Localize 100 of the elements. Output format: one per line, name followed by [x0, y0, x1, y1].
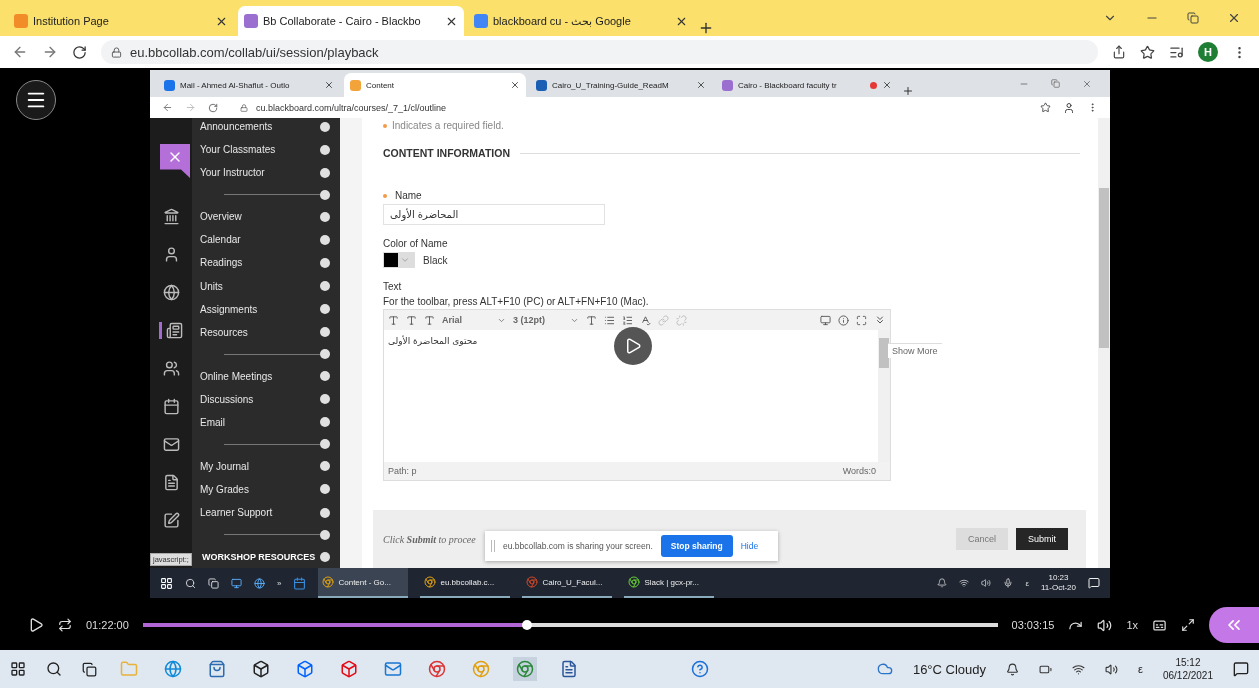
- profile-icon[interactable]: [1063, 101, 1075, 114]
- scrollbar-thumb[interactable]: [879, 338, 889, 368]
- replay-icon[interactable]: [58, 618, 72, 632]
- close-icon[interactable]: [1227, 11, 1241, 25]
- desktop-icon[interactable]: [231, 577, 242, 589]
- menu-item[interactable]: Email: [192, 410, 340, 434]
- menu-button[interactable]: [16, 80, 56, 120]
- taskbar-task[interactable]: Slack | gcx-pr...: [624, 568, 715, 598]
- toggle-dot-icon[interactable]: [320, 461, 330, 472]
- menu-item[interactable]: Discussions: [192, 387, 340, 411]
- menu-item[interactable]: Assignments: [192, 297, 340, 321]
- menu-item[interactable]: Online Meetings: [192, 364, 340, 388]
- start-icon[interactable]: [10, 661, 26, 677]
- toggle-dot-icon[interactable]: [320, 484, 330, 495]
- language-indicator[interactable]: ε: [1138, 663, 1143, 675]
- wifi-icon[interactable]: [959, 578, 970, 588]
- notification-icon[interactable]: [1233, 661, 1249, 677]
- color-picker[interactable]: [383, 252, 415, 268]
- browser-tab[interactable]: Mail - Ahmed Al-Shaflut - Outlo: [158, 73, 340, 97]
- menu-item[interactable]: Overview: [192, 205, 340, 229]
- tray-icon[interactable]: [1006, 662, 1020, 676]
- speed-button[interactable]: 1x: [1126, 619, 1138, 631]
- mic-icon[interactable]: [1003, 578, 1014, 588]
- newspaper-icon[interactable]: [159, 322, 183, 339]
- numbered-list-icon[interactable]: [622, 314, 633, 326]
- spellcheck-icon[interactable]: [640, 314, 651, 326]
- menu-item[interactable]: Your Instructor: [192, 161, 340, 185]
- restore-icon[interactable]: [1187, 12, 1199, 24]
- menu-item[interactable]: Learner Support: [192, 501, 340, 525]
- language-indicator[interactable]: ε: [1025, 578, 1029, 588]
- calendar-icon[interactable]: [293, 576, 307, 590]
- toggle-dot-icon[interactable]: [320, 507, 330, 518]
- menu-item[interactable]: Readings: [192, 251, 340, 275]
- back-icon[interactable]: [12, 44, 28, 60]
- toggle-dot-icon[interactable]: [320, 371, 330, 382]
- new-tab-icon[interactable]: [698, 20, 714, 36]
- menu-item[interactable]: Your Classmates: [192, 138, 340, 162]
- overflow-chevron[interactable]: »: [277, 578, 282, 588]
- people-icon[interactable]: [162, 360, 180, 377]
- volume-icon[interactable]: [981, 578, 992, 588]
- close-icon[interactable]: [696, 80, 706, 90]
- toggle-dot-icon[interactable]: [320, 417, 330, 428]
- start-icon[interactable]: [160, 576, 173, 590]
- mail-icon[interactable]: [162, 436, 180, 453]
- search-icon[interactable]: [46, 661, 62, 677]
- taskbar-task[interactable]: Cairo_U_Facul...: [522, 568, 613, 598]
- font-select[interactable]: Arial: [442, 315, 506, 325]
- scrollbar-thumb[interactable]: [1099, 188, 1109, 348]
- fullscreen-icon[interactable]: [856, 314, 867, 326]
- taskbar-task[interactable]: eu.bbcollab.c...: [420, 568, 511, 598]
- preview-icon[interactable]: [820, 314, 831, 326]
- task-view-icon[interactable]: [82, 661, 97, 677]
- bold-icon[interactable]: [388, 314, 399, 326]
- close-icon[interactable]: [510, 80, 520, 90]
- weather-text[interactable]: 16°C Cloudy: [912, 661, 987, 677]
- submit-button[interactable]: Submit: [1016, 528, 1068, 550]
- toggle-dot-icon[interactable]: [320, 189, 330, 200]
- document-icon[interactable]: [162, 474, 180, 491]
- browser-tab[interactable]: blackboard cu - بحث Google: [468, 6, 694, 36]
- reload-icon[interactable]: [72, 44, 87, 60]
- toggle-dot-icon[interactable]: [320, 167, 330, 178]
- task-view-icon[interactable]: [208, 577, 219, 589]
- underline-icon[interactable]: [424, 314, 435, 326]
- toggle-dot-icon[interactable]: [320, 439, 330, 450]
- toggle-dot-icon[interactable]: [320, 551, 330, 562]
- close-icon[interactable]: [882, 80, 892, 90]
- toggle-dot-icon[interactable]: [320, 234, 330, 245]
- edit-icon[interactable]: [162, 512, 180, 529]
- size-select[interactable]: 3 (12pt): [513, 315, 579, 325]
- collapse-button[interactable]: [1209, 607, 1259, 643]
- expand-icon[interactable]: [1181, 618, 1195, 632]
- menu-item[interactable]: Units: [192, 274, 340, 298]
- info-icon[interactable]: [838, 314, 849, 326]
- menu-item[interactable]: Resources: [192, 320, 340, 344]
- profile-avatar[interactable]: H: [1198, 42, 1218, 62]
- toggle-dot-icon[interactable]: [320, 257, 330, 268]
- back-icon[interactable]: [162, 102, 173, 113]
- wifi-icon[interactable]: [1072, 662, 1086, 676]
- share-icon[interactable]: [1112, 45, 1126, 59]
- captions-icon[interactable]: [1152, 617, 1167, 633]
- toggle-dot-icon[interactable]: [320, 211, 330, 222]
- browser-icon[interactable]: [254, 577, 265, 589]
- menu-item[interactable]: Calendar: [192, 228, 340, 252]
- browser-tab[interactable]: Bb Collaborate - Cairo - Blackbo: [238, 6, 464, 36]
- toggle-dot-icon[interactable]: [320, 281, 330, 292]
- toggle-dot-icon[interactable]: [320, 394, 330, 405]
- playlist-icon[interactable]: [1169, 44, 1184, 60]
- progress-track[interactable]: [142, 623, 998, 627]
- italic-icon[interactable]: [406, 314, 417, 326]
- star-icon[interactable]: [1140, 44, 1155, 60]
- volume-icon[interactable]: [1097, 617, 1113, 633]
- toggle-dot-icon[interactable]: [320, 121, 330, 132]
- help-icon[interactable]: [691, 660, 709, 678]
- show-more-icon[interactable]: [874, 314, 886, 326]
- star-icon[interactable]: [1040, 102, 1051, 113]
- progress-thumb[interactable]: [522, 620, 533, 630]
- cancel-button[interactable]: Cancel: [955, 528, 1008, 550]
- tray-icon[interactable]: [937, 578, 948, 588]
- new-tab-icon[interactable]: [902, 85, 914, 97]
- browser-tab[interactable]: Cairo - Blackboard faculty tr: [716, 73, 898, 97]
